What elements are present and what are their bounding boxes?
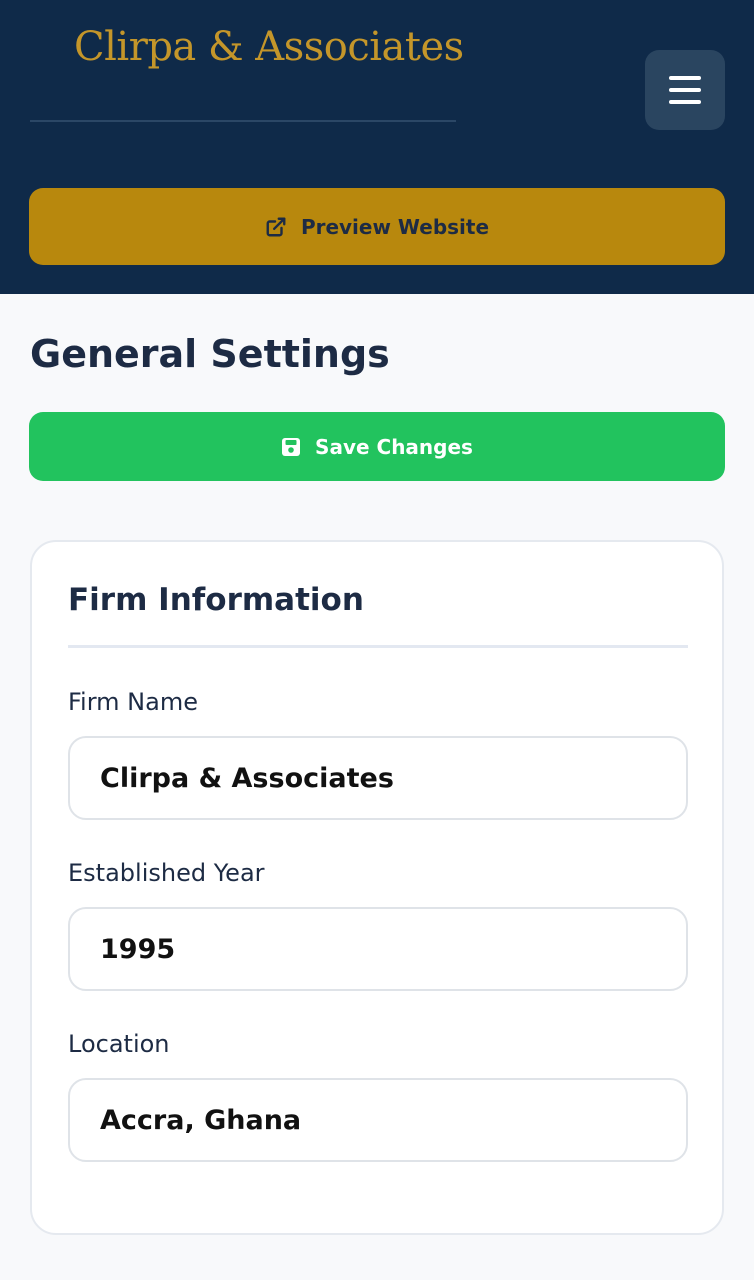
save-changes-button[interactable]: Save Changes (29, 412, 725, 481)
established-year-input[interactable] (68, 907, 688, 991)
firm-name-label: Firm Name (68, 688, 198, 716)
established-year-label: Established Year (68, 859, 265, 887)
preview-website-button[interactable]: Preview Website (29, 188, 725, 265)
menu-toggle-button[interactable] (645, 50, 725, 130)
firm-information-card: Firm Information Firm Name Established Y… (30, 540, 724, 1235)
save-changes-label: Save Changes (315, 434, 473, 459)
location-input[interactable] (68, 1078, 688, 1162)
brand-logo-text[interactable]: Clirpa & Associates (74, 24, 464, 70)
page-title: General Settings (30, 332, 390, 376)
location-label: Location (68, 1030, 170, 1058)
external-link-icon (265, 216, 287, 238)
floppy-disk-icon (281, 437, 301, 457)
firm-name-input[interactable] (68, 736, 688, 820)
app-header: Clirpa & Associates Preview Website (0, 0, 754, 294)
preview-website-label: Preview Website (300, 214, 490, 239)
firm-information-title: Firm Information (68, 582, 364, 618)
card-divider (68, 645, 688, 648)
brand-divider (30, 120, 456, 122)
